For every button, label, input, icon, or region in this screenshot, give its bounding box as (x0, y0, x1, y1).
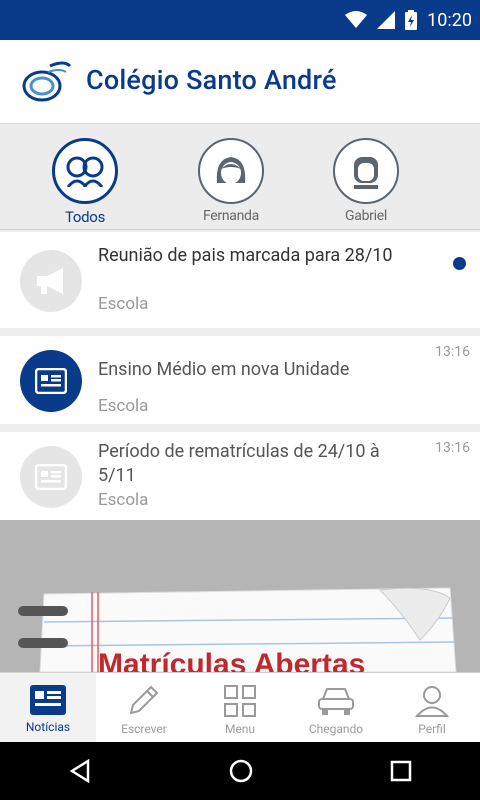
battery-charging-icon (405, 10, 418, 30)
message-source: Escola (98, 294, 149, 314)
promo-banner[interactable]: Matrículas Abertas (0, 520, 480, 672)
nav-noticias[interactable]: Notícias (0, 673, 96, 743)
filter-avatar (52, 138, 118, 204)
filter-label: Fernanda (203, 208, 259, 224)
nav-label: Escrever (121, 722, 167, 736)
message-time: 13:16 (435, 344, 470, 360)
filter-todos[interactable]: Todos (25, 138, 145, 226)
message-title: Período de rematrículas de 24/10 à 5/11 (98, 441, 380, 486)
megaphone-icon (37, 268, 63, 294)
car-icon (318, 688, 354, 715)
nav-chegando[interactable]: Chegando (288, 673, 384, 743)
app-header: Colégio Santo André (0, 40, 480, 124)
back-icon[interactable] (68, 759, 92, 783)
bottom-navigation: Notícias Escrever Menu Chegando Perfil (0, 672, 480, 743)
nav-label: Menu (224, 722, 256, 736)
filter-avatar (198, 138, 264, 204)
grid-icon (224, 685, 256, 717)
message-source: Escola (98, 396, 149, 416)
nav-label: Chegando (308, 722, 364, 736)
unread-indicator (453, 257, 466, 270)
message-title: Ensino Médio em nova Unidade (98, 359, 350, 380)
news-icon (35, 368, 67, 394)
message-time: 13:16 (435, 440, 470, 456)
message-card[interactable]: Reunião de pais marcada para 28/10 Escol… (0, 232, 480, 328)
banner-text: Matrículas Abertas (98, 648, 365, 672)
message-avatar (20, 250, 82, 312)
recents-icon[interactable] (390, 760, 412, 782)
girl-avatar-icon (216, 157, 246, 184)
message-title: Reunião de pais marcada para 28/10 (98, 245, 393, 266)
message-avatar (20, 446, 82, 508)
group-icon (66, 156, 104, 187)
filter-label: Todos (64, 208, 106, 226)
message-card[interactable]: Ensino Médio em nova Unidade Escola 13:1… (0, 336, 480, 424)
nav-label: Perfil (418, 722, 446, 736)
school-logo-icon (22, 61, 72, 102)
filter-avatar (333, 138, 399, 204)
nav-perfil[interactable]: Perfil (384, 673, 480, 743)
signal-icon (377, 11, 396, 29)
nav-escrever[interactable]: Escrever (96, 673, 192, 743)
message-source: Escola (98, 490, 149, 510)
filter-fernanda[interactable]: Fernanda (171, 138, 291, 224)
person-icon (415, 686, 449, 717)
system-navigation-bar (0, 742, 480, 800)
news-icon (35, 464, 67, 490)
boy-avatar-icon (354, 157, 378, 189)
nav-menu[interactable]: Menu (192, 673, 288, 743)
status-icons: 10:20 (345, 0, 472, 40)
app-title: Colégio Santo André (86, 64, 337, 96)
status-bar: 10:20 (0, 0, 480, 40)
filter-label: Gabriel (345, 208, 387, 224)
wifi-icon (345, 11, 368, 28)
message-card[interactable]: Período de rematrículas de 24/10 à 5/11 … (0, 432, 480, 520)
news-icon (30, 685, 66, 715)
notebook-illustration: Matrículas Abertas (18, 587, 457, 672)
home-icon[interactable] (229, 759, 253, 783)
pencil-icon (129, 685, 159, 715)
filter-gabriel[interactable]: Gabriel (306, 138, 426, 224)
message-avatar (20, 350, 82, 412)
recipient-filter-bar: Todos Fernanda Gabriel (0, 124, 480, 230)
nav-label: Notícias (25, 720, 71, 734)
status-time: 10:20 (427, 9, 472, 31)
